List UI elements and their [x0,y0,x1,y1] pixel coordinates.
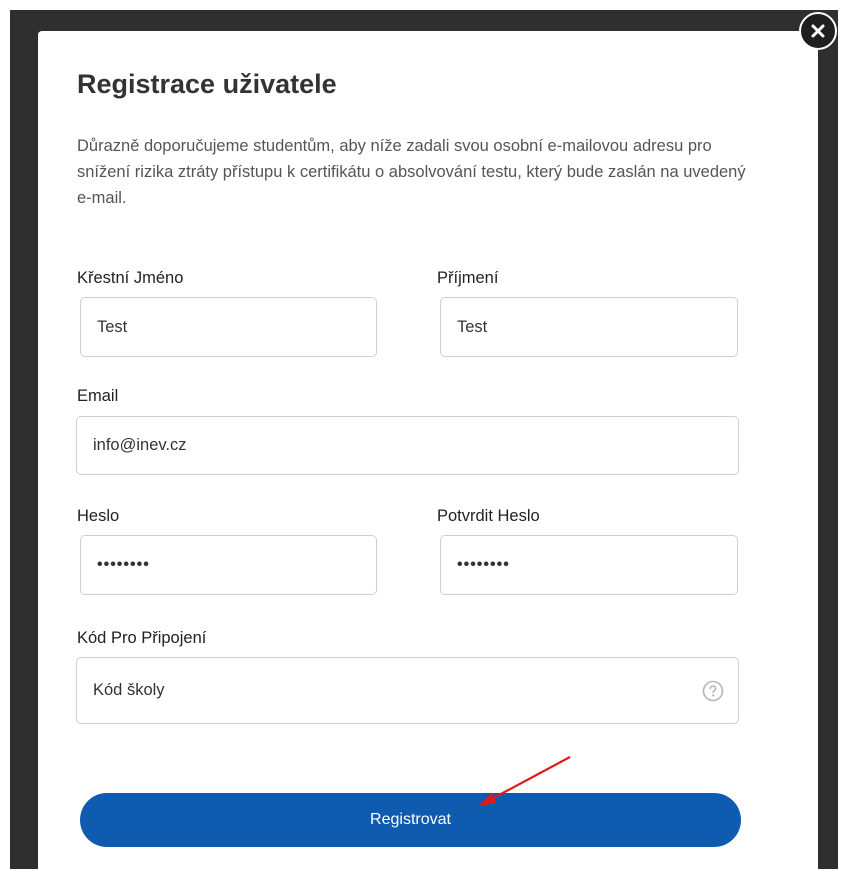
last-name-label: Příjmení [437,269,499,287]
confirm-password-input[interactable]: •••••••• [457,556,510,574]
email-label: Email [77,387,119,405]
first-name-label: Křestní Jméno [77,269,184,287]
password-label: Heslo [77,507,120,525]
email-input[interactable] [93,436,738,455]
join-code-field[interactable] [76,657,739,724]
email-field[interactable] [76,416,739,475]
intro-text: Důrazně doporučujeme studentům, aby níže… [77,137,746,207]
close-icon [811,24,825,38]
close-button[interactable] [799,12,837,50]
confirm-password-field[interactable]: •••••••• [440,535,738,595]
question-circle-icon[interactable] [702,680,724,702]
last-name-field[interactable] [440,297,738,357]
confirm-password-label: Potvrdit Heslo [437,507,540,525]
first-name-input[interactable] [97,317,376,337]
password-input[interactable]: •••••••• [97,556,150,574]
password-field[interactable]: •••••••• [80,535,377,595]
first-name-field[interactable] [80,297,377,357]
join-code-label: Kód Pro Připojení [77,629,207,647]
register-button[interactable]: Registrovat [80,793,741,847]
join-code-input[interactable] [93,681,738,700]
modal-title: Registrace uživatele [77,69,337,99]
last-name-input[interactable] [457,317,737,337]
